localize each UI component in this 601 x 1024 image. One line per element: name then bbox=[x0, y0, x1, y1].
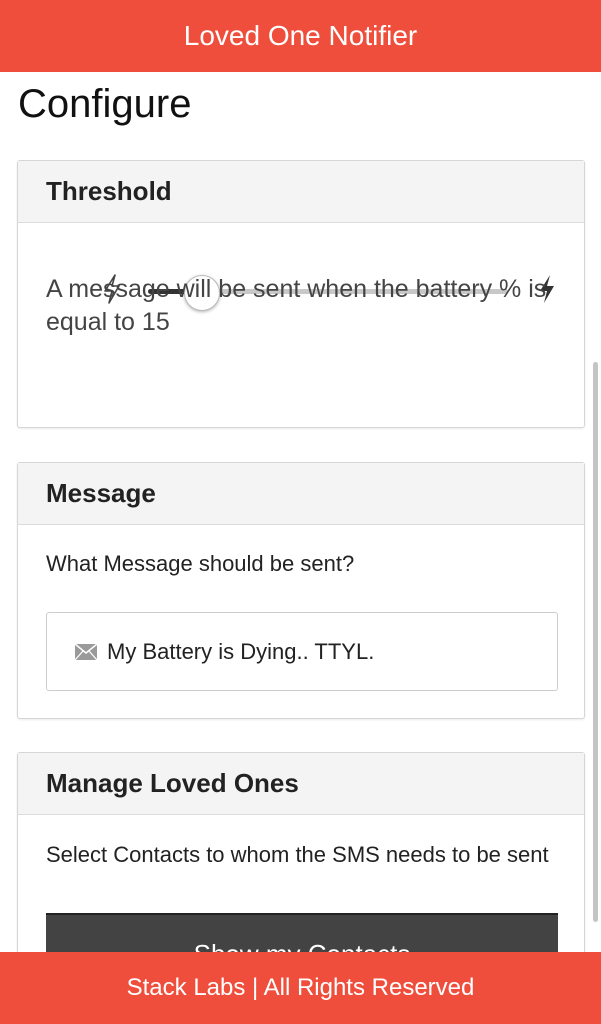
scrollbar[interactable] bbox=[593, 362, 598, 922]
message-input[interactable]: My Battery is Dying.. TTYL. bbox=[46, 612, 558, 691]
show-contacts-button[interactable]: Show my Contacts bbox=[46, 913, 558, 952]
envelope-icon bbox=[75, 643, 97, 660]
footer-text: Stack Labs | All Rights Reserved bbox=[126, 974, 475, 1001]
message-question: What Message should be sent? bbox=[46, 551, 355, 576]
page-title: Configure bbox=[18, 82, 192, 126]
threshold-description: A message will be sent when the battery … bbox=[46, 275, 547, 336]
app-footer: Stack Labs | All Rights Reserved bbox=[0, 952, 601, 1024]
app-header: Loved One Notifier bbox=[0, 0, 601, 72]
app-title: Loved One Notifier bbox=[183, 20, 418, 51]
manage-header: Manage Loved Ones bbox=[18, 753, 584, 815]
threshold-header: Threshold bbox=[18, 161, 584, 223]
message-card: Message What Message should be sent? My … bbox=[17, 462, 585, 719]
message-input-value: My Battery is Dying.. TTYL. bbox=[107, 638, 375, 664]
main-content: Configure Threshold A message will be se… bbox=[0, 72, 601, 952]
manage-card: Manage Loved Ones Select Contacts to who… bbox=[17, 752, 585, 952]
message-header: Message bbox=[18, 463, 584, 525]
threshold-card: Threshold A message will be sent when th… bbox=[17, 160, 585, 428]
manage-description: Select Contacts to whom the SMS needs to… bbox=[46, 842, 549, 867]
